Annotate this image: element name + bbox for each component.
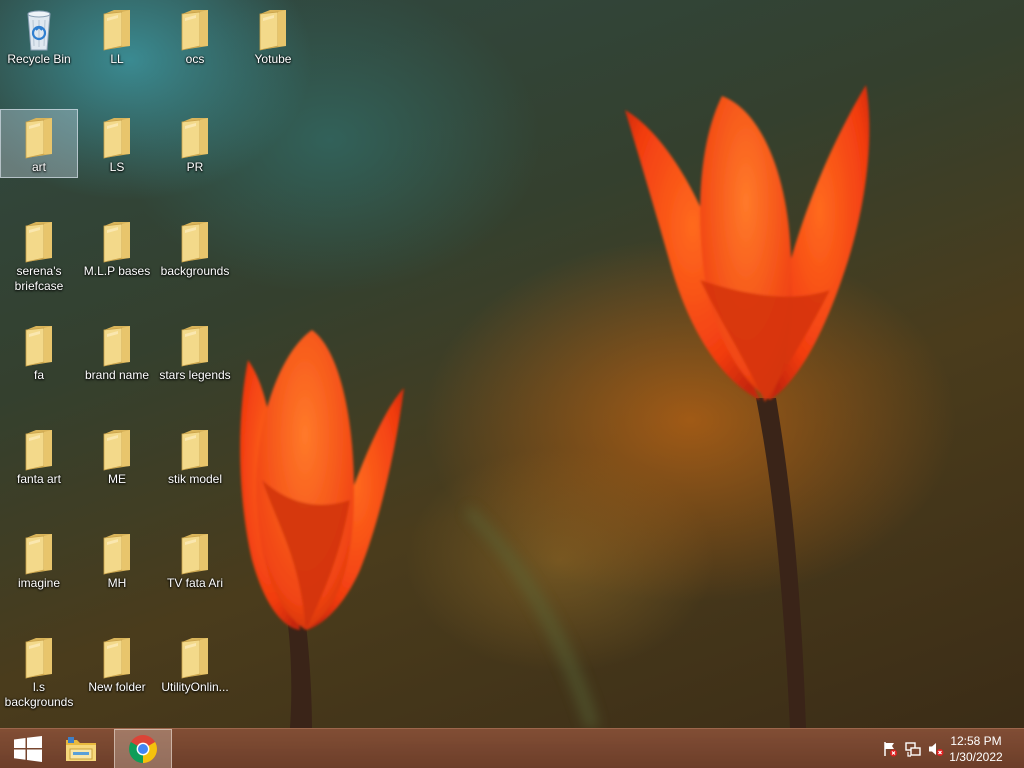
folder-icon xyxy=(22,426,56,472)
folder-icon xyxy=(178,322,212,368)
desktop-icon-label: serena's briefcase xyxy=(14,264,64,293)
desktop-icon-folder[interactable]: stik model xyxy=(157,422,233,489)
chrome-icon xyxy=(129,735,157,763)
desktop-icon-label: New folder xyxy=(88,680,146,694)
taskbar-file-explorer-button[interactable] xyxy=(53,730,109,768)
taskbar: 12:58 PM 1/30/2022 xyxy=(0,728,1024,768)
clock-date: 1/30/2022 xyxy=(949,750,1003,764)
folder-icon xyxy=(22,114,56,160)
folder-icon xyxy=(100,6,134,52)
folder-icon xyxy=(100,426,134,472)
desktop-icon-folder[interactable]: MH xyxy=(79,526,155,593)
folder-icon xyxy=(100,530,134,576)
desktop-icon-recycle-bin[interactable]: Recycle Bin xyxy=(1,2,77,69)
action-center-flag-icon[interactable] xyxy=(882,741,898,757)
desktop-icon-label: stik model xyxy=(167,472,223,486)
file-explorer-icon xyxy=(66,737,96,761)
desktop-icon-folder[interactable]: LS xyxy=(79,110,155,177)
desktop-icon-folder[interactable]: fa xyxy=(1,318,77,385)
desktop-icon-label: backgrounds xyxy=(160,264,230,278)
desktop-icon-label: MH xyxy=(107,576,127,590)
folder-icon xyxy=(178,6,212,52)
clock-time: 12:58 PM xyxy=(950,734,1002,748)
desktop-icon-label: brand name xyxy=(84,368,150,382)
folder-icon xyxy=(22,218,56,264)
desktop-icon-label: ocs xyxy=(185,52,205,66)
desktop-icon-folder[interactable]: New folder xyxy=(79,630,155,697)
folder-icon xyxy=(100,218,134,264)
desktop-icon-label: imagine xyxy=(17,576,61,590)
desktop-icon-label: UtilityOnlin... xyxy=(161,680,229,694)
start-button[interactable] xyxy=(0,730,56,768)
desktop-icon-label: stars legends xyxy=(159,368,231,382)
desktop-icon-label: l.s backgrounds xyxy=(4,680,74,709)
desktop-icon-folder[interactable]: fanta art xyxy=(1,422,77,489)
folder-icon xyxy=(178,114,212,160)
desktop-icon-folder[interactable]: imagine xyxy=(1,526,77,593)
desktop-icon-label: Yotube xyxy=(254,52,292,66)
volume-muted-icon[interactable] xyxy=(928,741,944,757)
windows-logo-icon xyxy=(14,736,42,762)
desktop-icon-label: LL xyxy=(110,52,124,66)
desktop: Recycle Bin LL ocs Yotube art LS PR serena's br… xyxy=(0,0,1024,768)
folder-icon xyxy=(100,634,134,680)
desktop-icon-folder[interactable]: UtilityOnlin... xyxy=(157,630,233,697)
system-clock[interactable]: 12:58 PM 1/30/2022 xyxy=(946,733,1006,765)
folder-icon xyxy=(256,6,290,52)
desktop-icon-folder[interactable]: ocs xyxy=(157,2,233,69)
desktop-icon-folder[interactable]: Yotube xyxy=(235,2,311,69)
desktop-icon-label: TV fata Ari xyxy=(166,576,224,590)
folder-icon xyxy=(100,322,134,368)
desktop-icon-folder[interactable]: PR xyxy=(157,110,233,177)
desktop-icon-folder[interactable]: LL xyxy=(79,2,155,69)
desktop-icon-folder[interactable]: TV fata Ari xyxy=(157,526,233,593)
desktop-icon-folder[interactable]: backgrounds xyxy=(157,214,233,281)
desktop-icon-label: PR xyxy=(186,160,204,174)
taskbar-chrome-button[interactable] xyxy=(114,729,172,768)
desktop-icon-folder[interactable]: serena's briefcase xyxy=(1,214,77,296)
folder-icon xyxy=(178,426,212,472)
folder-icon xyxy=(178,530,212,576)
recycle-bin-icon xyxy=(22,6,56,52)
desktop-icon-label: Recycle Bin xyxy=(7,52,71,66)
folder-icon xyxy=(22,634,56,680)
folder-icon xyxy=(22,322,56,368)
desktop-icon-label: LS xyxy=(109,160,125,174)
desktop-icon-label: fanta art xyxy=(16,472,62,486)
desktop-icon-folder[interactable]: art xyxy=(0,109,78,178)
desktop-icon-label: fa xyxy=(33,368,44,382)
network-icon[interactable] xyxy=(905,741,921,757)
desktop-icon-folder[interactable]: M.L.P bases xyxy=(79,214,155,281)
desktop-icon-folder[interactable]: stars legends xyxy=(157,318,233,385)
folder-icon xyxy=(178,218,212,264)
desktop-icon-label: art xyxy=(31,160,46,174)
desktop-icon-label: M.L.P bases xyxy=(83,264,151,278)
folder-icon xyxy=(100,114,134,160)
desktop-icon-folder[interactable]: ME xyxy=(79,422,155,489)
desktop-icon-folder[interactable]: brand name xyxy=(79,318,155,385)
folder-icon xyxy=(178,634,212,680)
folder-icon xyxy=(22,530,56,576)
desktop-icon-label: ME xyxy=(108,472,126,486)
desktop-icon-folder[interactable]: l.s backgrounds xyxy=(1,630,77,712)
